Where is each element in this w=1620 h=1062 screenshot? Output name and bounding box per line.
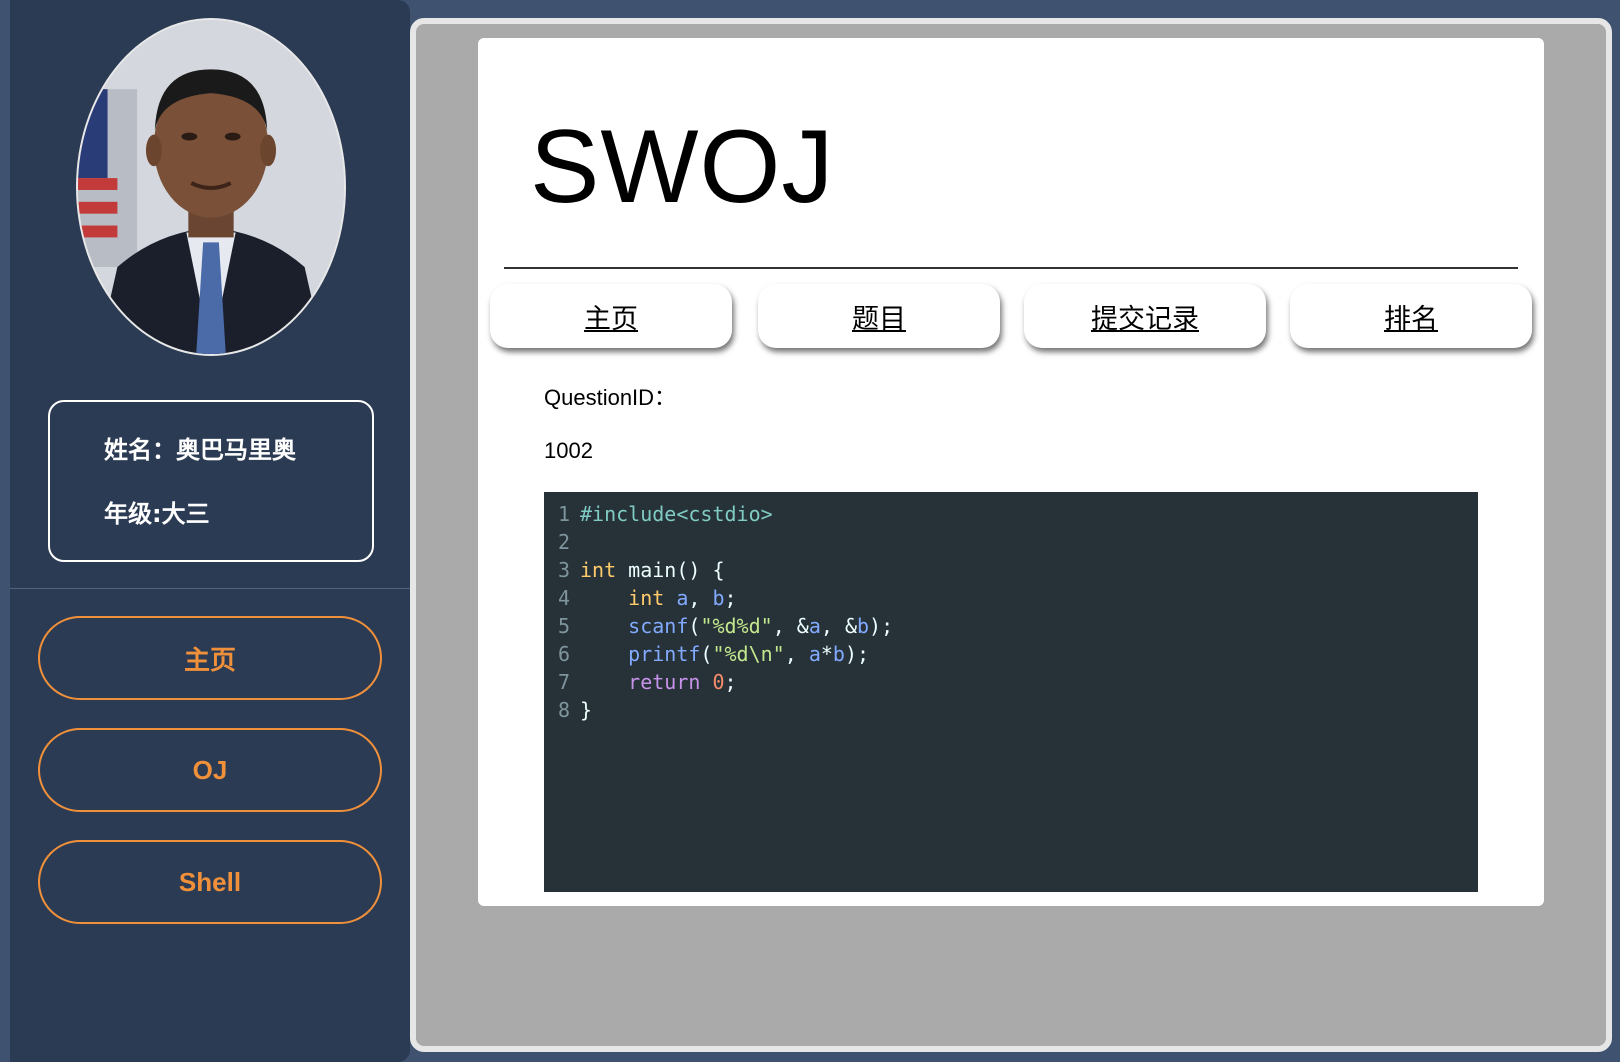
avatar-photo [78, 20, 344, 354]
line-number: 5 [557, 614, 570, 638]
question-id-value: 1002 [544, 438, 593, 463]
code-text: #include<cstdio> [580, 502, 773, 526]
code-line[interactable]: 3 int main() { [544, 556, 1478, 584]
line-number: 2 [557, 530, 570, 554]
code-text: int a, b; [628, 586, 737, 610]
code-text: } [580, 698, 593, 722]
sidebar-item-shell[interactable]: Shell [38, 840, 382, 924]
sidebar-item-home[interactable]: 主页 [38, 616, 382, 700]
header-divider [504, 267, 1518, 269]
line-number: 4 [557, 586, 570, 610]
content-card: SWOJ 主页 题目 提交记录 排名 QuestionID： 1002 1 #in… [478, 38, 1544, 906]
line-number: 8 [557, 698, 570, 722]
code-line[interactable]: 6 printf("%d\n", a*b); [544, 640, 1478, 668]
site-title: SWOJ [530, 109, 835, 225]
code-editor[interactable]: 1 #include<cstdio> 2 3 int main() {4 int a, … [544, 492, 1478, 892]
line-number: 7 [557, 670, 570, 694]
avatar [76, 18, 346, 356]
user-name: 姓名：奥巴马里奥 [104, 436, 296, 464]
code-line[interactable]: 7 return 0; [544, 668, 1478, 696]
code-text: return 0; [628, 670, 737, 694]
code-line[interactable]: 8} [544, 696, 1478, 724]
question-id-label: QuestionID： [544, 385, 677, 410]
code-text: scanf("%d%d", &a, &b); [628, 614, 894, 638]
line-number: 1 [557, 502, 570, 526]
code-text: printf("%d\n", a*b); [628, 642, 870, 666]
code-line[interactable]: 5 scanf("%d%d", &a, &b); [544, 612, 1478, 640]
sidebar: 姓名：奥巴马里奥 年级:大三 主页 OJ Shell [10, 0, 410, 1062]
tab-submissions[interactable]: 提交记录 [1024, 284, 1266, 348]
sidebar-item-oj[interactable]: OJ [38, 728, 382, 812]
code-text: int main() { [580, 558, 725, 582]
line-number: 3 [557, 558, 570, 582]
tab-home[interactable]: 主页 [490, 284, 732, 348]
user-grade: 年级:大三 [104, 500, 210, 528]
tab-problems[interactable]: 题目 [758, 284, 1000, 348]
code-line[interactable]: 2 [544, 528, 1478, 556]
code-line[interactable]: 4 int a, b; [544, 584, 1478, 612]
sidebar-divider [10, 588, 410, 589]
code-line[interactable]: 1 #include<cstdio> [544, 500, 1478, 528]
line-number: 6 [557, 642, 570, 666]
tab-ranking[interactable]: 排名 [1290, 284, 1532, 348]
user-info-card: 姓名：奥巴马里奥 年级:大三 [48, 400, 374, 562]
